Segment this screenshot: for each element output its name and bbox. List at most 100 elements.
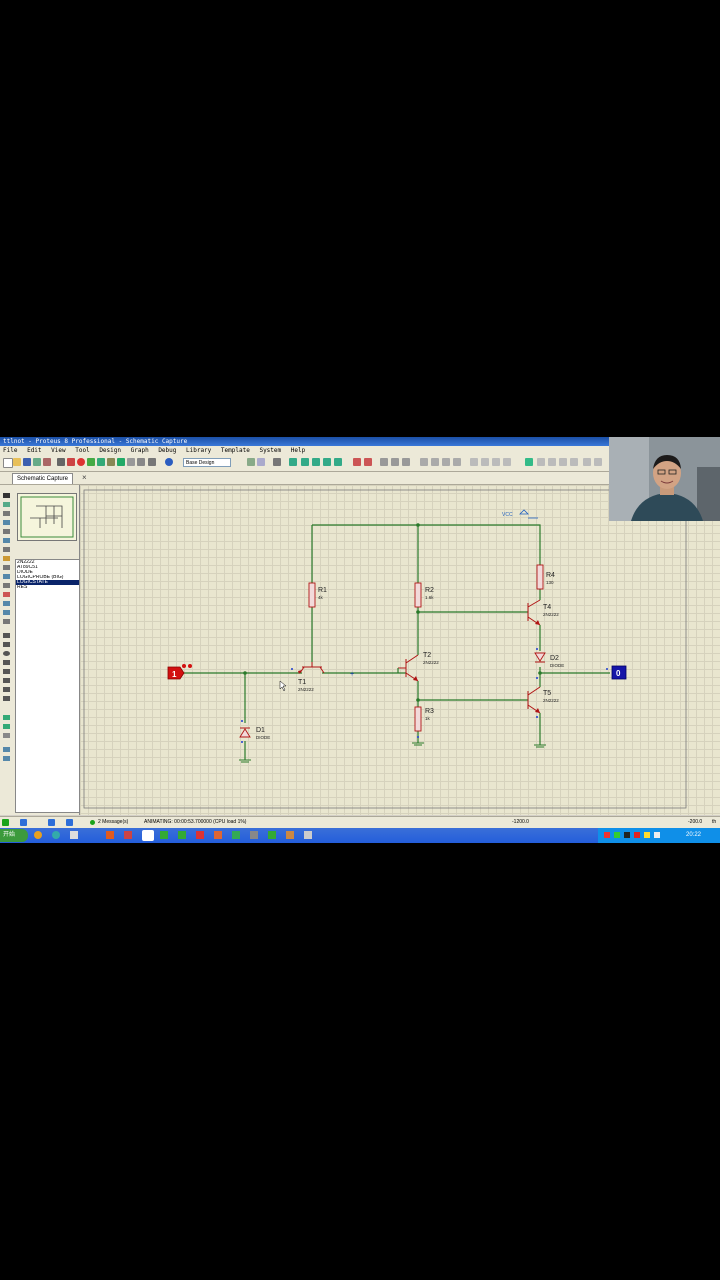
step-icon[interactable]	[20, 819, 27, 826]
menu-debug[interactable]: Debug	[158, 447, 176, 454]
component-mode-icon[interactable]	[3, 502, 10, 507]
transistor-t2[interactable]: T2 2N2222	[398, 652, 439, 682]
menu-template[interactable]: Template	[221, 447, 250, 454]
block-copy-icon[interactable]	[420, 458, 428, 466]
gerber-icon[interactable]	[97, 458, 105, 466]
tape-recorder-icon[interactable]	[3, 583, 10, 588]
new-icon[interactable]	[3, 458, 13, 468]
vcc-terminal[interactable]: VCC	[502, 509, 538, 519]
redo-icon[interactable]	[364, 458, 372, 466]
task-excel-icon[interactable]	[160, 831, 168, 839]
pan-icon[interactable]	[289, 458, 297, 466]
menu-design[interactable]: Design	[99, 447, 121, 454]
save-icon[interactable]	[23, 458, 31, 466]
help-icon[interactable]	[165, 458, 173, 466]
menu-tool[interactable]: Tool	[75, 447, 89, 454]
menu-graph[interactable]: Graph	[131, 447, 149, 454]
refresh-icon[interactable]	[247, 458, 255, 466]
mirror-y-icon[interactable]	[3, 756, 10, 761]
open-icon[interactable]	[13, 458, 21, 466]
play-icon[interactable]	[2, 819, 9, 826]
new-sheet-icon[interactable]	[559, 458, 567, 466]
task-proteus-active[interactable]	[142, 830, 154, 841]
messages-count[interactable]: 2 Message(s)	[98, 817, 128, 828]
transistor-t4[interactable]: T4 2N2222	[527, 599, 559, 626]
task-app2-icon[interactable]	[178, 831, 186, 839]
text-script-icon[interactable]	[3, 529, 10, 534]
netlist-icon[interactable]	[583, 458, 591, 466]
resistor-r3[interactable]: R3 1k	[414, 706, 434, 732]
zoom-area-icon[interactable]	[334, 458, 342, 466]
pause-icon[interactable]	[48, 819, 55, 826]
2d-line-icon[interactable]	[3, 633, 10, 638]
tray-icon-4[interactable]	[634, 832, 640, 838]
logicstate-input[interactable]: 1	[167, 664, 192, 680]
wire-label-icon[interactable]	[3, 520, 10, 525]
current-probe-icon[interactable]	[3, 610, 10, 615]
packaging-icon[interactable]	[492, 458, 500, 466]
design-select[interactable]: Base Design	[183, 458, 231, 467]
schematic-canvas[interactable]: VCC R1 4k R2 1.6k R3 1k R4 130 T1 2N2222…	[80, 485, 720, 815]
copy-icon[interactable]	[391, 458, 399, 466]
device-pins-icon[interactable]	[3, 565, 10, 570]
2d-path-icon[interactable]	[3, 669, 10, 674]
volume-icon[interactable]	[654, 832, 660, 838]
tray-icon-3[interactable]	[624, 832, 630, 838]
device-item-res[interactable]: RES	[16, 585, 79, 590]
menu-view[interactable]: View	[51, 447, 65, 454]
menu-library[interactable]: Library	[186, 447, 211, 454]
task-app4-icon[interactable]	[250, 831, 258, 839]
block-delete-icon[interactable]	[453, 458, 461, 466]
zoom-all-icon[interactable]	[323, 458, 331, 466]
block-rotate-icon[interactable]	[442, 458, 450, 466]
menu-system[interactable]: System	[259, 447, 281, 454]
stop-icon[interactable]	[66, 819, 73, 826]
report-icon[interactable]	[594, 458, 602, 466]
tab-schematic-capture[interactable]: Schematic Capture	[12, 473, 74, 484]
2d-marker-icon[interactable]	[3, 696, 10, 701]
terminals-icon[interactable]	[3, 556, 10, 561]
bom-icon[interactable]	[117, 458, 125, 466]
close-project-icon[interactable]	[43, 458, 51, 466]
vsm-studio-icon[interactable]	[148, 458, 156, 466]
2d-text-icon[interactable]	[3, 678, 10, 683]
2d-arc-icon[interactable]	[3, 660, 10, 665]
origin-icon[interactable]	[273, 458, 281, 466]
resistor-r1[interactable]: R1 4k	[308, 582, 327, 608]
selection-mode-icon[interactable]	[3, 493, 10, 498]
diode-d1[interactable]: D1 DIODE	[239, 727, 270, 740]
remove-sheet-icon[interactable]	[570, 458, 578, 466]
generator-icon[interactable]	[3, 592, 10, 597]
quicklaunch-explorer-icon[interactable]	[70, 831, 78, 839]
task-app3-icon[interactable]	[232, 831, 240, 839]
grid-icon[interactable]	[257, 458, 265, 466]
transistor-t1[interactable]: T1 2N2222	[298, 662, 325, 692]
transistor-t5[interactable]: T5 2N2222	[527, 686, 559, 714]
task-app5-icon[interactable]	[268, 831, 276, 839]
2d-circle-icon[interactable]	[3, 651, 10, 656]
zoom-in-icon[interactable]	[301, 458, 309, 466]
tray-icon-1[interactable]	[604, 832, 610, 838]
diode-d2[interactable]: D2 DIODE	[534, 652, 564, 668]
property-assign-icon[interactable]	[548, 458, 556, 466]
overview-window[interactable]	[17, 493, 77, 541]
pick-device-icon[interactable]	[470, 458, 478, 466]
notes-icon[interactable]	[127, 458, 135, 466]
angle-field-icon[interactable]	[3, 733, 10, 738]
task-app6-icon[interactable]	[286, 831, 294, 839]
menu-help[interactable]: Help	[291, 447, 305, 454]
source-icon[interactable]	[137, 458, 145, 466]
3d-icon[interactable]	[87, 458, 95, 466]
task-app-icon[interactable]	[124, 831, 132, 839]
rotate-ccw-icon[interactable]	[3, 724, 10, 729]
voltage-probe-icon[interactable]	[3, 601, 10, 606]
graph-icon[interactable]	[3, 574, 10, 579]
quicklaunch-ie-icon[interactable]	[52, 831, 60, 839]
task-pdf-icon[interactable]	[196, 831, 204, 839]
home-icon[interactable]	[57, 458, 65, 466]
tray-icon-2[interactable]	[614, 832, 620, 838]
zoom-out-icon[interactable]	[312, 458, 320, 466]
subcircuit-icon[interactable]	[3, 547, 10, 552]
pcb-icon[interactable]	[77, 458, 85, 466]
menu-file[interactable]: File	[3, 447, 17, 454]
